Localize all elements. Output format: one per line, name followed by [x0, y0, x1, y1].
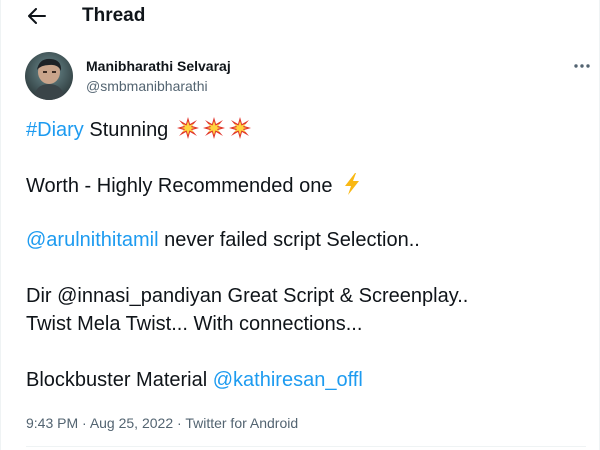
tweet-line-3-text: never failed script Selection..: [158, 229, 420, 251]
mention-kathiresan-offl[interactable]: @kathiresan_offl: [213, 369, 363, 391]
collision-emoji-icon: [202, 117, 225, 139]
meta-separator: ·: [78, 415, 90, 431]
more-options-button[interactable]: [569, 56, 595, 76]
back-button[interactable]: [23, 2, 51, 30]
arrow-left-icon: [28, 8, 46, 24]
meta-separator: ·: [173, 415, 186, 431]
tweet-line-1: #Diary Stunning: [26, 116, 586, 144]
page-title: Thread: [82, 5, 146, 26]
tweet-line-2-text: Worth - Highly Recommended one: [26, 175, 338, 197]
tweet-line-2: Worth - Highly Recommended one: [26, 172, 586, 200]
tweet-line-3: @arulnithitamil never failed script Sele…: [26, 228, 586, 256]
author-display-name[interactable]: Manibharathi Selvaraj: [86, 57, 231, 75]
tweet-time[interactable]: 9:43 PM: [26, 415, 78, 431]
collision-emoji-icon: [228, 117, 251, 139]
tweet-thread-page: Thread Manibharathi Selvaraj @smbmanibha…: [0, 0, 600, 450]
mention-arulnithitamil[interactable]: @arulnithitamil: [26, 229, 159, 251]
tweet-text: #Diary Stunning Worth - Highly Recommend…: [26, 116, 586, 396]
divider: [26, 446, 586, 447]
collision-emoji-icon: [176, 117, 199, 139]
tweet-date[interactable]: Aug 25, 2022: [90, 415, 173, 431]
avatar[interactable]: [25, 52, 73, 100]
tweet-line-5: Twist Mela Twist... With connections...: [26, 312, 586, 340]
more-horizontal-icon: [574, 64, 590, 68]
thread-header: Thread: [1, 0, 599, 34]
author-handle[interactable]: @smbmanibharathi: [86, 77, 208, 95]
tweet-line-1-text: Stunning: [83, 119, 174, 141]
tweet-line-5-text: Twist Mela Twist... With connections...: [26, 313, 363, 335]
hashtag-diary[interactable]: #Diary: [26, 119, 84, 141]
tweet-line-4-text: Dir @innasi_pandiyan Great Script & Scre…: [26, 285, 469, 307]
tweet-line-6-text: Blockbuster Material: [26, 369, 213, 391]
tweet-source[interactable]: Twitter for Android: [185, 415, 298, 431]
tweet-line-4: Dir @innasi_pandiyan Great Script & Scre…: [26, 284, 586, 312]
lightning-emoji-icon: [345, 173, 359, 195]
tweet-line-6: Blockbuster Material @kathiresan_offl: [26, 368, 586, 396]
avatar-image: [25, 52, 73, 100]
tweet-metadata: 9:43 PM · Aug 25, 2022 · Twitter for And…: [26, 414, 298, 432]
